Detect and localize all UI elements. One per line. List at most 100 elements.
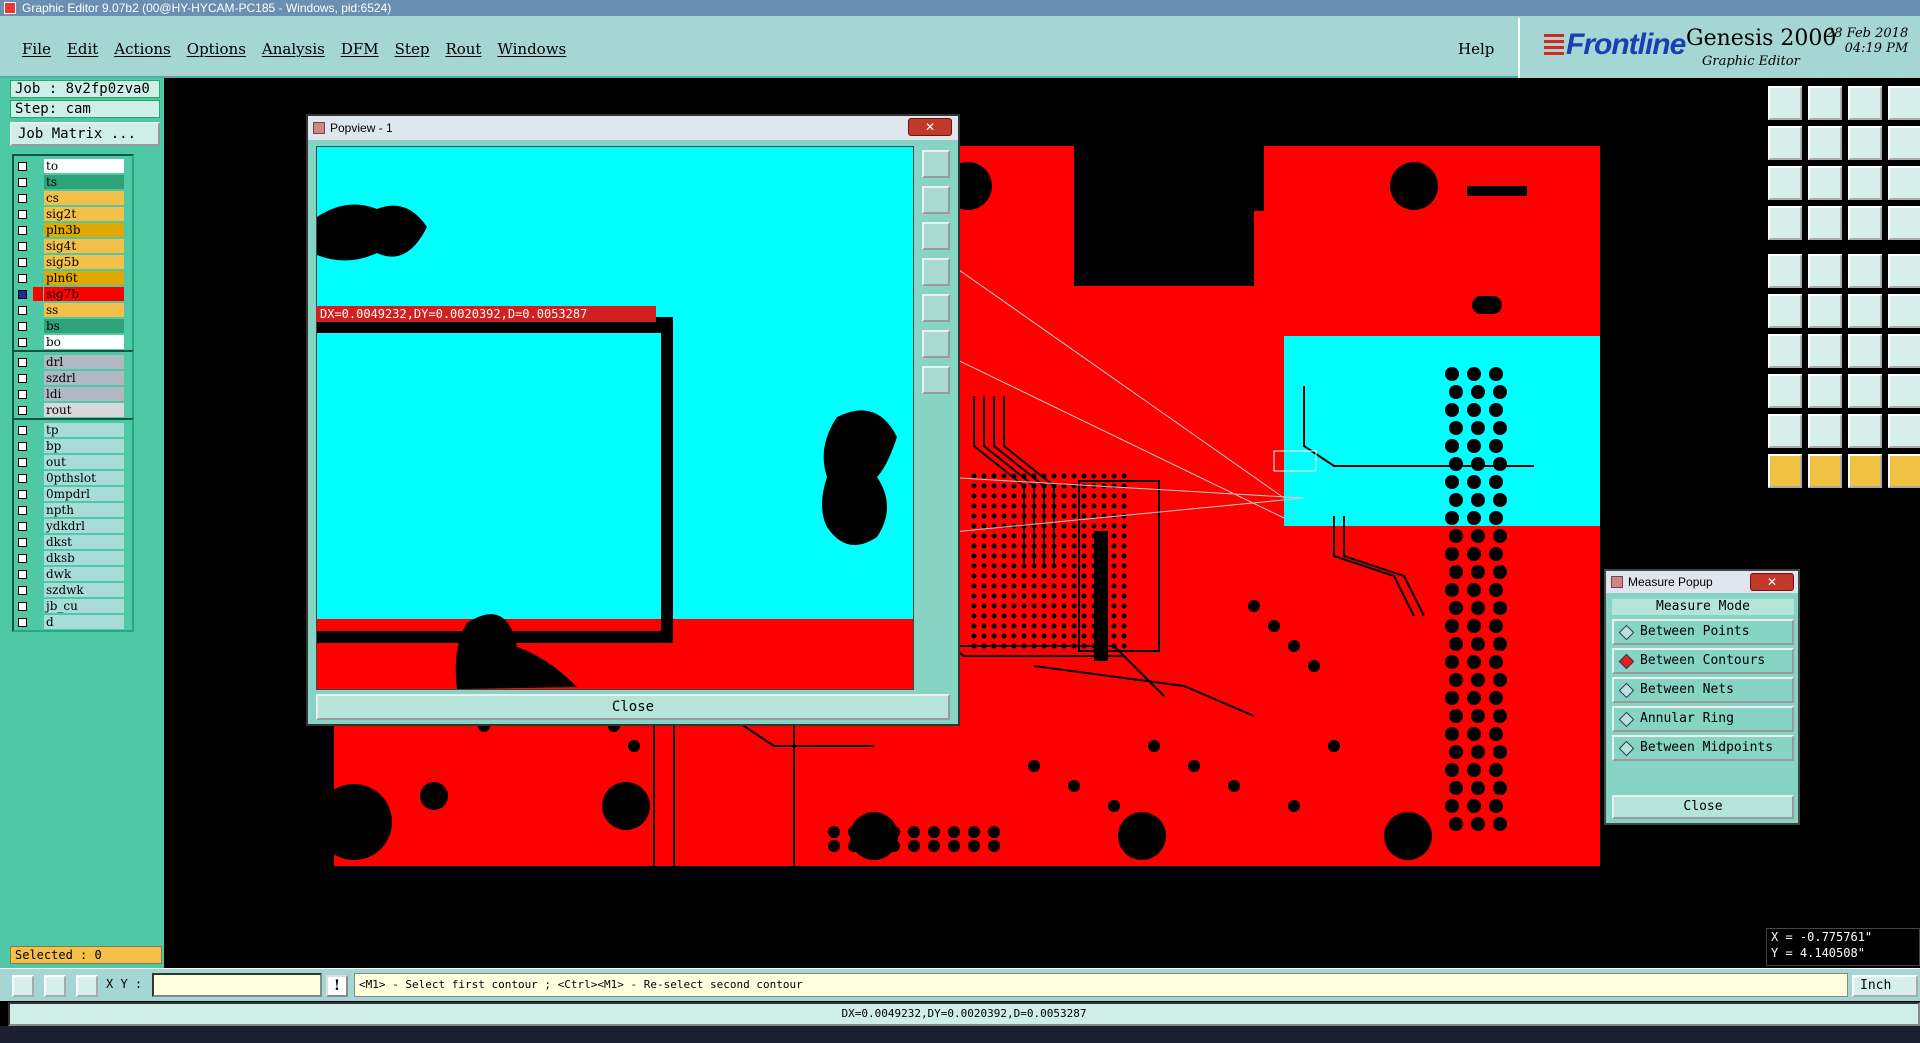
layer-affected-marker[interactable] xyxy=(33,303,43,317)
option-between-midpoints[interactable]: Between Midpoints xyxy=(1612,735,1794,761)
xy-input[interactable] xyxy=(152,973,322,997)
layer-checkbox[interactable] xyxy=(18,257,27,267)
layer-affected-marker[interactable] xyxy=(33,423,43,437)
measure-close-button[interactable]: Close xyxy=(1612,795,1794,819)
layer-affected-marker[interactable] xyxy=(33,223,43,237)
layer-name[interactable]: cs xyxy=(44,191,124,205)
angle-icon[interactable] xyxy=(44,975,66,997)
layer-affected-marker[interactable] xyxy=(33,439,43,453)
link-icon[interactable] xyxy=(1888,294,1920,328)
option-between-points[interactable]: Between Points xyxy=(1612,619,1794,645)
layer-name[interactable]: sig4t xyxy=(44,239,124,253)
circle-icon[interactable] xyxy=(1888,254,1920,288)
step-out-icon[interactable] xyxy=(1808,86,1842,120)
layer-row[interactable]: 0pthslot xyxy=(14,470,132,486)
layer-name[interactable]: sig7b xyxy=(44,287,124,301)
layer-row[interactable]: out xyxy=(14,454,132,470)
layer-affected-marker[interactable] xyxy=(33,471,43,485)
layer-row[interactable]: 0mpdrl xyxy=(14,486,132,502)
scale-1-2-icon[interactable] xyxy=(1848,166,1882,200)
layer-affected-marker[interactable] xyxy=(33,159,43,173)
layer-name[interactable]: bp xyxy=(44,439,124,453)
layer-checkbox[interactable] xyxy=(18,553,27,563)
zoom-out-icon[interactable] xyxy=(922,222,950,250)
line-icon[interactable] xyxy=(1808,334,1842,368)
layer-checkbox[interactable] xyxy=(18,321,27,331)
layer-row[interactable]: dksb xyxy=(14,550,132,566)
pan-left-icon[interactable] xyxy=(1768,126,1802,160)
layer-name[interactable]: sig5b xyxy=(44,255,124,269)
layer-affected-marker[interactable] xyxy=(33,519,43,533)
bracket-icon[interactable] xyxy=(1848,374,1882,408)
tri-a-icon[interactable] xyxy=(1808,414,1842,448)
layer-row[interactable]: bo xyxy=(14,334,132,350)
ruler-icon[interactable] xyxy=(1848,254,1882,288)
layer-name[interactable]: bs xyxy=(44,319,124,333)
layer-affected-marker[interactable] xyxy=(33,583,43,597)
layer-row[interactable]: d xyxy=(14,614,132,630)
layer-row[interactable]: sig2t xyxy=(14,206,132,222)
layer-affected-marker[interactable] xyxy=(33,207,43,221)
triangle-icon[interactable] xyxy=(1768,414,1802,448)
menu-help[interactable]: Help xyxy=(1458,40,1494,58)
zoom-extents-icon[interactable] xyxy=(922,330,950,358)
layer-checkbox[interactable] xyxy=(18,537,27,547)
layer-row[interactable]: to xyxy=(14,158,132,174)
layer-checkbox[interactable] xyxy=(18,241,27,251)
layer-checkbox[interactable] xyxy=(18,209,27,219)
layer-affected-marker[interactable] xyxy=(33,403,43,417)
layer-checkbox[interactable] xyxy=(18,441,27,451)
snap-icon[interactable] xyxy=(1768,206,1802,240)
layer-name[interactable]: ts xyxy=(44,175,124,189)
layer-checkbox[interactable] xyxy=(18,617,27,627)
layer-checkbox[interactable] xyxy=(18,457,27,467)
pan-right-icon[interactable] xyxy=(922,294,950,322)
pan-right-icon[interactable] xyxy=(1808,126,1842,160)
pointer-select-icon[interactable] xyxy=(1808,454,1842,488)
grid-icon[interactable] xyxy=(1888,206,1920,240)
layer-row[interactable]: drl xyxy=(14,354,132,370)
zoom-fit-icon[interactable] xyxy=(922,150,950,178)
layer-affected-marker[interactable] xyxy=(33,567,43,581)
menu-windows[interactable]: Windows xyxy=(489,40,574,58)
net-icon[interactable] xyxy=(1848,206,1882,240)
exclamation-button[interactable]: ! xyxy=(326,975,348,997)
option-between-nets[interactable]: Between Nets xyxy=(1612,677,1794,703)
menu-actions[interactable]: Actions xyxy=(106,40,178,58)
layer-name[interactable]: npth xyxy=(44,503,124,517)
polygon-icon[interactable] xyxy=(1808,254,1842,288)
layer-checkbox[interactable] xyxy=(18,373,27,383)
layer-name[interactable]: drl xyxy=(44,355,124,369)
layer-checkbox[interactable] xyxy=(18,405,27,415)
layer-affected-marker[interactable] xyxy=(33,455,43,469)
minus-icon[interactable] xyxy=(1808,374,1842,408)
layer-row[interactable]: bs xyxy=(14,318,132,334)
layer-checkbox[interactable] xyxy=(18,585,27,595)
menu-file[interactable]: File xyxy=(14,40,59,58)
stripe-icon[interactable] xyxy=(1888,86,1920,120)
layer-name[interactable]: dksb xyxy=(44,551,124,565)
pointer-edit-icon[interactable] xyxy=(1848,454,1882,488)
layer-row[interactable]: ldi xyxy=(14,386,132,402)
layer-name[interactable]: out xyxy=(44,455,124,469)
layer-name[interactable]: to xyxy=(44,159,124,173)
popview-close-button[interactable]: Close xyxy=(316,694,950,720)
menu-analysis[interactable]: Analysis xyxy=(254,40,333,58)
layer-checkbox[interactable] xyxy=(18,489,27,499)
grid-icon[interactable] xyxy=(76,975,98,997)
layer-affected-marker[interactable] xyxy=(33,503,43,517)
job-matrix-button[interactable]: Job Matrix ... xyxy=(10,122,160,146)
menu-dfm[interactable]: DFM xyxy=(333,40,387,58)
layer-row[interactable]: ss xyxy=(14,302,132,318)
layer-affected-marker[interactable] xyxy=(33,191,43,205)
layer-affected-marker[interactable] xyxy=(33,387,43,401)
layer-name[interactable]: ldi xyxy=(44,387,124,401)
cross-icon[interactable] xyxy=(1808,294,1842,328)
pointer-icon[interactable] xyxy=(1768,454,1802,488)
popview-canvas[interactable] xyxy=(316,146,914,690)
layer-affected-marker[interactable] xyxy=(33,271,43,285)
menu-rout[interactable]: Rout xyxy=(437,40,489,58)
layer-name[interactable]: tp xyxy=(44,423,124,437)
layer-name[interactable]: szdwk xyxy=(44,583,124,597)
layer-row[interactable]: szdrl xyxy=(14,370,132,386)
